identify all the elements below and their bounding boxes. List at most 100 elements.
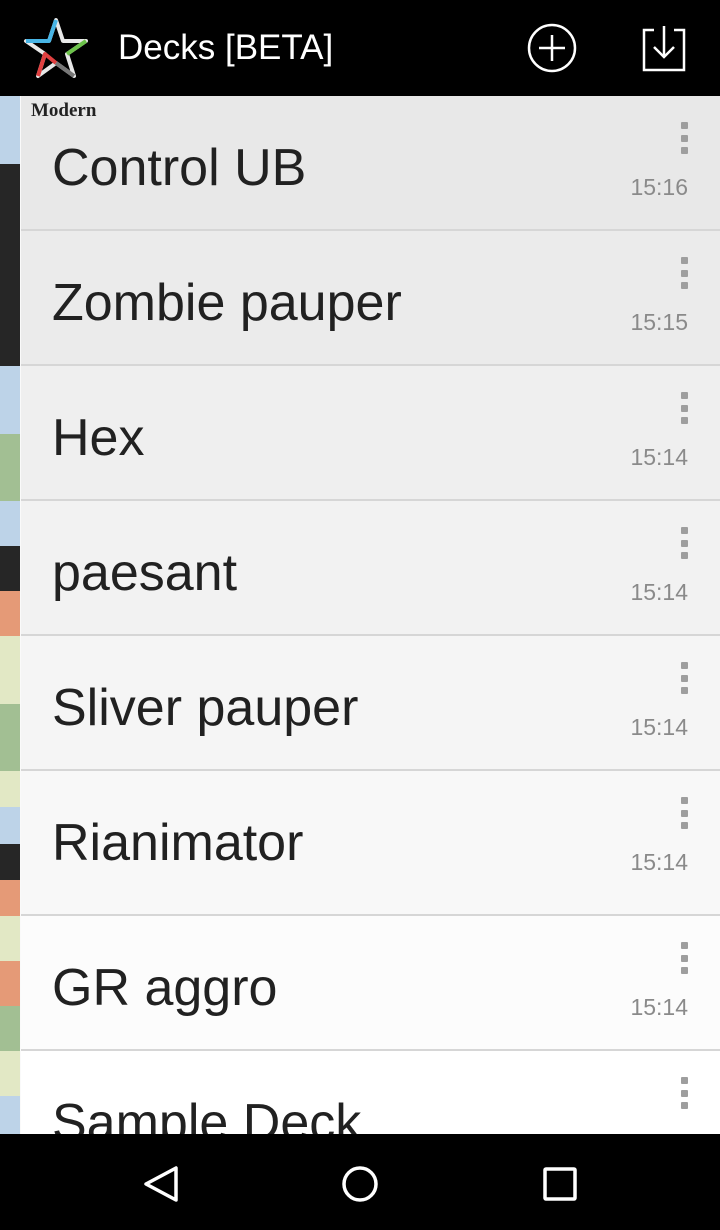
color-segment-black — [0, 163, 20, 231]
color-segment-black — [0, 843, 20, 880]
overflow-menu-icon[interactable] — [670, 388, 698, 428]
overflow-menu-icon[interactable] — [670, 793, 698, 833]
deck-row[interactable]: GR aggro 15:14 — [0, 916, 720, 1051]
deck-color-stripe — [0, 1051, 20, 1134]
color-segment-black — [0, 231, 20, 366]
overflow-dot — [680, 417, 688, 424]
overflow-dot — [680, 942, 688, 949]
deck-row-body: Modern Control UB 15:16 — [21, 96, 720, 231]
deck-timestamp: 15:15 — [630, 309, 688, 335]
overflow-dot — [680, 404, 688, 412]
overflow-dot — [680, 257, 688, 264]
deck-timestamp: 15:14 — [630, 444, 688, 470]
color-segment-blue — [0, 807, 20, 844]
deck-row-body: Rianimator 15:14 — [21, 771, 720, 916]
overflow-dot — [680, 1077, 688, 1084]
deck-row[interactable]: Modern Control UB 15:16 — [0, 96, 720, 231]
deck-row[interactable]: Zombie pauper 15:15 — [0, 231, 720, 366]
deck-color-stripe — [0, 231, 20, 366]
deck-name: Zombie pauper — [52, 274, 402, 332]
overflow-dot — [680, 392, 688, 399]
color-segment-green — [0, 433, 20, 501]
add-deck-button[interactable] — [524, 20, 580, 76]
overflow-dot — [680, 954, 688, 962]
overflow-dot — [680, 539, 688, 547]
overflow-dot — [680, 822, 688, 829]
deck-name: GR aggro — [52, 959, 278, 1017]
deck-name: Rianimator — [52, 814, 304, 872]
deck-timestamp: 15:14 — [630, 994, 688, 1020]
deck-color-stripe — [0, 366, 20, 501]
color-segment-red — [0, 879, 20, 916]
app-bar: Decks [BETA] — [0, 0, 720, 96]
deck-row-body: paesant 15:14 — [21, 501, 720, 636]
deck-row-body: Sliver pauper 15:14 — [21, 636, 720, 771]
overflow-menu-icon[interactable] — [670, 938, 698, 978]
deck-row[interactable]: Sample Deck — [0, 1051, 720, 1134]
deck-color-stripe — [0, 501, 20, 636]
deck-name: Hex — [52, 409, 145, 467]
deck-name: Control UB — [52, 139, 307, 197]
color-segment-white — [0, 636, 20, 704]
recents-icon[interactable] — [536, 1160, 584, 1208]
color-segment-black — [0, 546, 20, 591]
deck-name: Sliver pauper — [52, 679, 359, 737]
deck-row[interactable]: paesant 15:14 — [0, 501, 720, 636]
overflow-menu-icon[interactable] — [670, 658, 698, 698]
deck-name: paesant — [52, 544, 238, 602]
overflow-dot — [680, 674, 688, 682]
deck-timestamp: 15:14 — [630, 714, 688, 740]
overflow-dot — [680, 134, 688, 142]
deck-timestamp: 15:16 — [630, 174, 688, 200]
deck-color-stripe — [0, 96, 20, 231]
deck-timestamp: 15:14 — [630, 579, 688, 605]
deck-color-stripe — [0, 771, 20, 916]
color-segment-red — [0, 591, 20, 636]
overflow-dot — [680, 809, 688, 817]
deck-name: Sample Deck — [52, 1094, 362, 1134]
deck-color-stripe — [0, 916, 20, 1051]
overflow-dot — [680, 282, 688, 289]
back-icon[interactable] — [138, 1160, 186, 1208]
deck-row[interactable]: Hex 15:14 — [0, 366, 720, 501]
deck-row-body: Hex 15:14 — [21, 366, 720, 501]
color-segment-blue — [0, 96, 20, 164]
overflow-dot — [680, 552, 688, 559]
color-segment-blue — [0, 501, 20, 546]
deck-row-body: GR aggro 15:14 — [21, 916, 720, 1051]
color-segment-green — [0, 1006, 20, 1051]
color-segment-white — [0, 916, 20, 961]
deck-row-body: Sample Deck — [21, 1051, 720, 1134]
import-deck-button[interactable] — [636, 20, 692, 76]
deck-row-body: Zombie pauper 15:15 — [21, 231, 720, 366]
color-segment-blue — [0, 1096, 20, 1134]
overflow-menu-icon[interactable] — [670, 1073, 698, 1113]
deck-list[interactable]: Modern Control UB 15:16 Zombie pauper 15:15 H… — [0, 96, 720, 1134]
overflow-dot — [680, 269, 688, 277]
overflow-dot — [680, 1102, 688, 1109]
deck-format-label: Modern — [31, 100, 97, 121]
overflow-dot — [680, 687, 688, 694]
deck-row[interactable]: Rianimator 15:14 — [0, 771, 720, 916]
overflow-menu-icon[interactable] — [670, 118, 698, 158]
overflow-dot — [680, 967, 688, 974]
home-icon[interactable] — [336, 1160, 384, 1208]
app-logo-star-icon — [24, 18, 88, 78]
color-segment-green — [0, 703, 20, 771]
overflow-menu-icon[interactable] — [670, 523, 698, 563]
page-title: Decks [BETA] — [118, 28, 334, 67]
overflow-dot — [680, 1089, 688, 1097]
color-segment-red — [0, 961, 20, 1006]
overflow-menu-icon[interactable] — [670, 253, 698, 293]
deck-timestamp: 15:14 — [630, 849, 688, 875]
color-segment-white — [0, 771, 20, 808]
overflow-dot — [680, 147, 688, 154]
overflow-dot — [680, 797, 688, 804]
overflow-dot — [680, 662, 688, 669]
color-segment-white — [0, 1051, 20, 1096]
color-segment-blue — [0, 366, 20, 434]
overflow-dot — [680, 122, 688, 129]
deck-row[interactable]: Sliver pauper 15:14 — [0, 636, 720, 771]
deck-color-stripe — [0, 636, 20, 771]
overflow-dot — [680, 527, 688, 534]
